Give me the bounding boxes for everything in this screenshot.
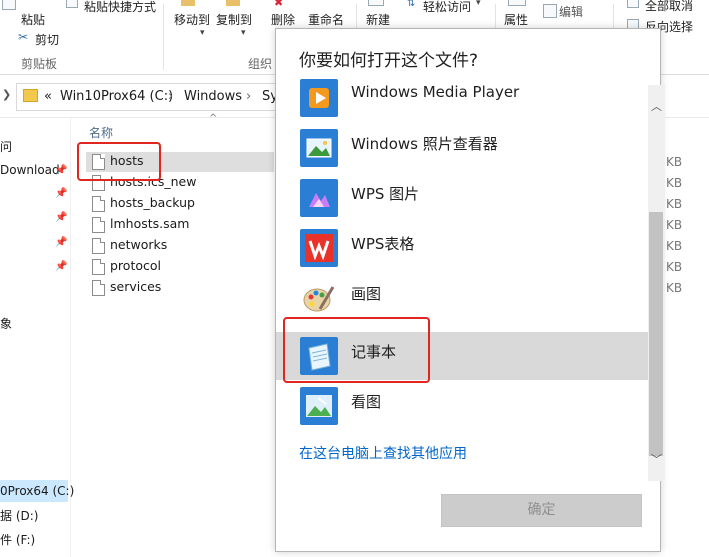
dialog-title: 你要如何打开这个文件? [299,51,479,71]
notepad-highlight-box [283,317,430,383]
paint-icon [300,279,338,317]
file-icon [92,196,105,212]
chevron-down-icon: ▾ [200,28,205,38]
paste-shortcut-button[interactable]: 粘贴快捷方式 [84,0,156,15]
new-folder-icon [368,0,384,6]
wps-image-icon [300,179,338,217]
nav-item-downloads[interactable]: Download [0,163,60,177]
move-to-button[interactable]: 移动到 [174,11,210,28]
file-name: networks [110,237,168,252]
scroll-down-icon[interactable]: ﹀ [648,452,665,468]
breadcrumb-drive[interactable]: Win10Prox64 (C:) [60,89,173,104]
file-size: KB [666,155,683,169]
file-size: KB [666,197,683,211]
scrollbar-thumb[interactable] [649,212,663,456]
paste-button[interactable]: 粘贴 [21,11,45,28]
breadcrumb-overflow[interactable]: « [44,89,52,104]
up-arrow-icon[interactable]: ❯ [2,88,11,101]
properties-button[interactable]: 属性 [504,11,528,28]
app-option-wps-image[interactable]: WPS 图片 [276,174,648,222]
nav-item-drive-f[interactable]: 件 (F:) [0,531,35,548]
pin-icon: 📌 [55,188,68,199]
paste-shortcut-icon [66,0,78,8]
file-row-lmhosts-sam[interactable]: lmhosts.sam [88,215,271,235]
app-label: Windows Media Player [351,83,520,101]
file-size: KB [666,218,683,232]
file-name: protocol [110,258,161,273]
pin-icon: 📌 [55,261,68,272]
breadcrumb-windows[interactable]: Windows [184,89,242,104]
nav-item-drive-d[interactable]: 据 (D:) [0,507,38,524]
app-option-wps-spreadsheet[interactable]: WPS表格 [276,224,648,272]
app-label: 看图 [351,393,382,411]
app-option-paint[interactable]: 画图 [276,274,648,322]
image-viewer-icon [300,387,338,425]
app-option-image-viewer[interactable]: 看图 [276,382,648,430]
edit-button[interactable]: 编辑 [559,3,583,20]
select-all-icon [627,0,639,8]
nav-item-pictures[interactable]: 象 [0,315,12,332]
chevron-down-icon: ▾ [241,28,246,38]
nav-item-drive-c[interactable]: 0Prox64 (C:) [0,484,74,498]
ribbon-divider [163,4,164,70]
nav-item-quick-access[interactable]: 问 [0,138,12,155]
paste-icon [2,0,16,10]
chevron-down-icon: ▾ [476,0,481,8]
photo-viewer-icon [300,129,338,167]
scissors-icon: ✂ [18,30,29,44]
rename-button[interactable]: 重命名 [308,11,344,28]
ok-button[interactable]: 确定 [441,494,642,527]
file-name: services [110,279,162,294]
edit-icon [543,4,557,18]
file-size: KB [666,176,683,190]
cut-button[interactable]: 剪切 [35,31,59,48]
folder-icon [23,89,38,102]
sort-arrow-icon: ^ [209,113,218,124]
delete-icon: ✖ [274,0,284,9]
file-icon [92,280,105,296]
file-icon [92,259,105,275]
file-size: KB [666,260,683,274]
delete-button[interactable]: 删除 [271,11,295,28]
file-row-protocol[interactable]: protocol [88,257,271,277]
file-name: lmhosts.sam [110,216,190,231]
file-size: KB [666,239,683,253]
breadcrumb-separator-icon: › [168,89,174,104]
app-option-media-player[interactable]: Windows Media Player [276,74,648,122]
find-other-apps-link[interactable]: 在这台电脑上查找其他应用 [299,443,467,463]
hosts-highlight-box [77,142,161,181]
copy-to-folder-icon [226,0,240,6]
app-label: WPS 图片 [351,185,420,203]
easy-access-button[interactable]: 轻松访问 [423,0,471,15]
file-row-services[interactable]: services [88,278,271,298]
scroll-up-icon[interactable]: ︿ [648,99,665,115]
wps-spreadsheet-icon [300,229,338,267]
file-row-networks[interactable]: networks [88,236,271,256]
app-option-photo-viewer[interactable]: Windows 照片查看器 [276,124,648,172]
breadcrumb-separator-icon: › [246,89,252,104]
file-icon [92,217,105,233]
copy-to-button[interactable]: 复制到 [216,11,252,28]
file-size: KB [666,281,683,295]
clipboard-group-label: 剪贴板 [21,57,58,71]
organize-group-label: 组织 [248,57,273,71]
pin-icon: 📌 [55,212,68,223]
file-row-hosts-backup[interactable]: hosts_backup [88,194,271,214]
properties-icon [508,0,526,6]
app-label: WPS表格 [351,235,415,253]
select-none-button[interactable]: 全部取消 [645,0,693,14]
media-player-icon [300,79,338,117]
pin-icon: 📌 [55,237,68,248]
move-to-folder-icon [181,0,195,6]
pin-icon: 📌 [55,165,68,176]
column-header-name[interactable]: 名称 [89,124,113,141]
app-label: Windows 照片查看器 [351,135,498,153]
new-button[interactable]: 新建 [366,11,390,28]
file-icon [92,238,105,254]
easy-access-icon: ⇅ [407,0,416,9]
file-name: hosts_backup [110,195,195,210]
app-label: 画图 [351,285,382,303]
